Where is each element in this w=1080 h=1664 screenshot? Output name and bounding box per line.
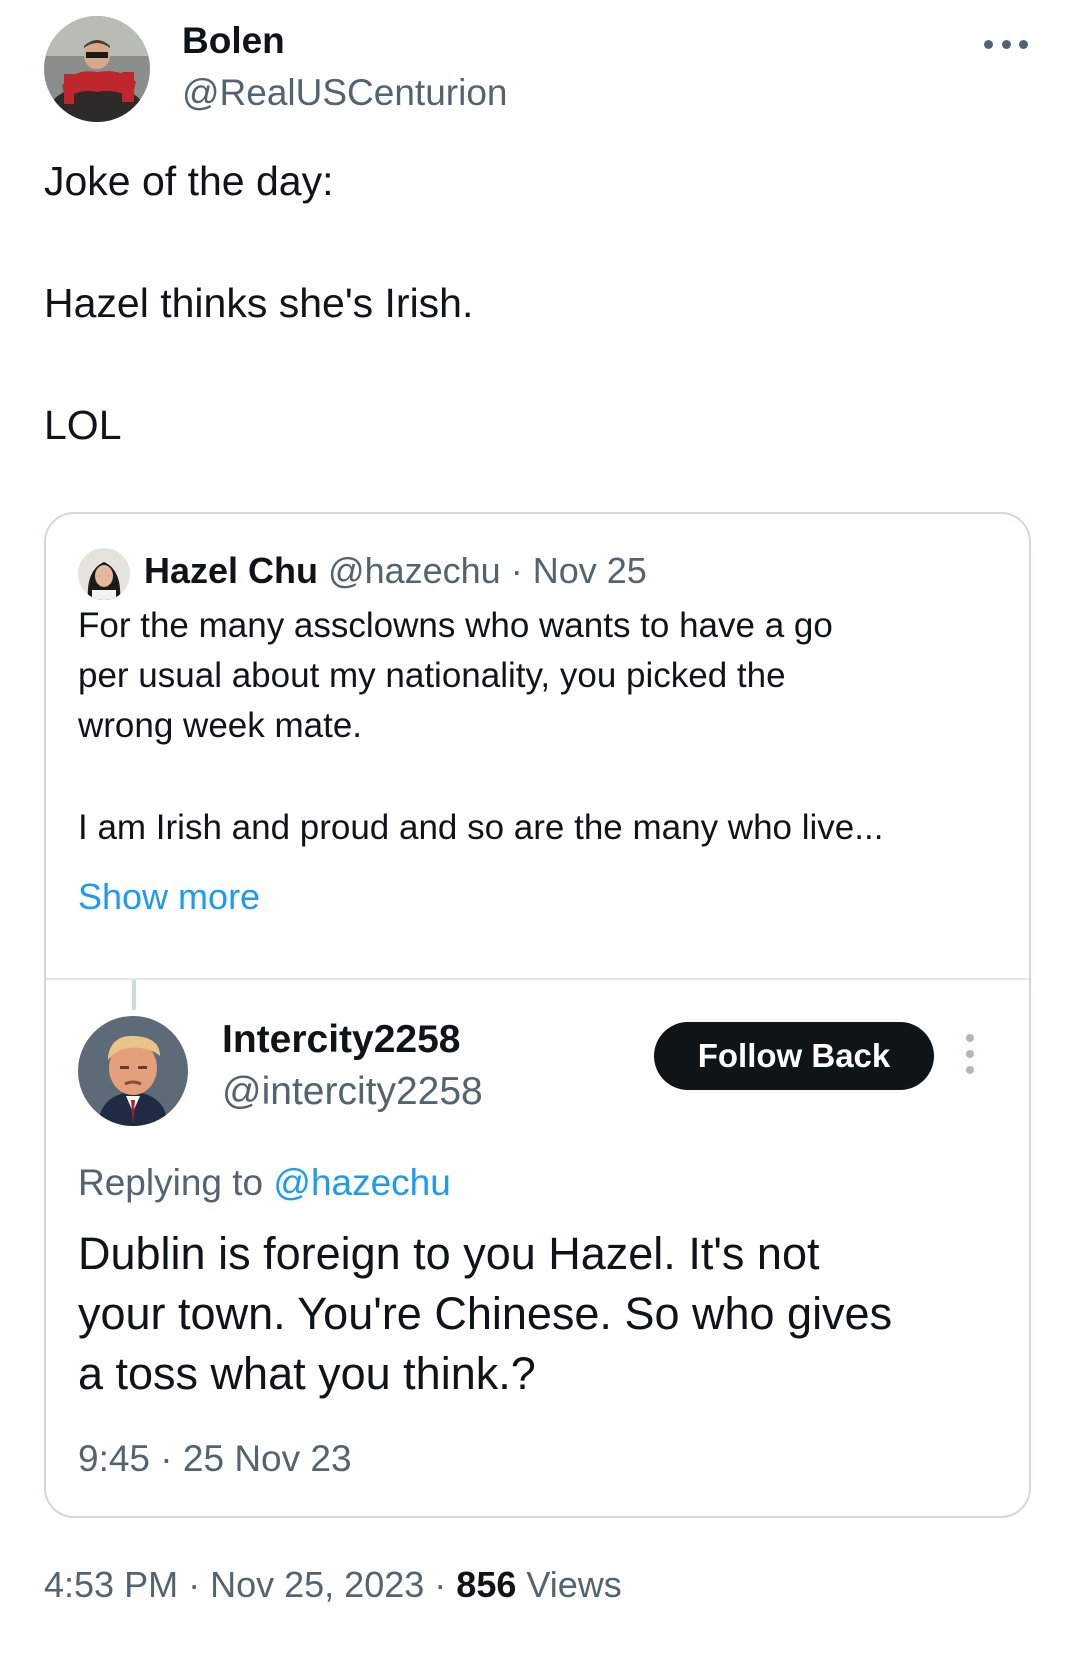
show-more-link[interactable]: Show more [78, 876, 260, 918]
divider [46, 978, 1029, 980]
views-count[interactable]: 856 [456, 1564, 516, 1605]
quoted-header: Hazel Chu @hazechu · Nov 25 [144, 550, 647, 592]
replying-mention: @hazechu [273, 1162, 451, 1203]
tweet-text-line: Hazel thinks she's Irish. [44, 280, 474, 326]
tweet-text-line: Joke of the day: [44, 158, 334, 204]
reply-author-name: Intercity2258 [222, 1018, 461, 1061]
quoted-text-line: wrong week mate. [78, 706, 363, 745]
quoted-date[interactable]: Nov 25 [533, 550, 647, 591]
meta-separator: · [434, 1564, 447, 1605]
reply-timestamp: 9:45 · 25 Nov 23 [78, 1438, 352, 1479]
views-label: Views [526, 1564, 622, 1605]
author-avatar[interactable] [44, 16, 150, 122]
reply-text-line: your town. You're Chinese. So who gives [78, 1288, 893, 1339]
tweet-meta: 4:53 PM · Nov 25, 2023 · 856 Views [44, 1564, 622, 1606]
reply-text-line: a toss what you think.? [78, 1348, 536, 1399]
thread-line [132, 980, 136, 1010]
more-vertical-icon [962, 1034, 978, 1074]
quoted-author-name[interactable]: Hazel Chu [144, 550, 318, 591]
quoted-author-handle[interactable]: @hazechu [328, 550, 501, 591]
quoted-text-line: per usual about my nationality, you pick… [78, 656, 786, 695]
quoted-text-line: I am Irish and proud and so are the many… [78, 808, 884, 847]
tweet-text-line: LOL [44, 402, 122, 448]
tweet-page: Bolen @RealUSCenturion Joke of the day: … [0, 0, 1080, 1664]
meta-separator: · [188, 1564, 201, 1605]
more-horizontal-icon[interactable] [984, 32, 1028, 56]
post-time[interactable]: 4:53 PM [44, 1564, 178, 1605]
quoted-tweet-card[interactable]: Hazel Chu @hazechu · Nov 25 For the many… [44, 512, 1031, 1518]
quoted-author-avatar[interactable] [78, 548, 130, 600]
quoted-text-line: For the many assclowns who wants to have… [78, 606, 833, 645]
post-date[interactable]: Nov 25, 2023 [210, 1564, 424, 1605]
reply-text-line: Dublin is foreign to you Hazel. It's not [78, 1228, 820, 1279]
reply-author-avatar [78, 1016, 188, 1126]
author-handle[interactable]: @RealUSCenturion [182, 72, 507, 114]
author-name[interactable]: Bolen [182, 20, 285, 62]
replying-to: Replying to @hazechu [78, 1162, 451, 1204]
quoted-separator: · [510, 550, 523, 591]
replying-prefix: Replying to [78, 1162, 264, 1203]
follow-back-button: Follow Back [654, 1022, 934, 1090]
reply-author-handle: @intercity2258 [222, 1070, 483, 1113]
